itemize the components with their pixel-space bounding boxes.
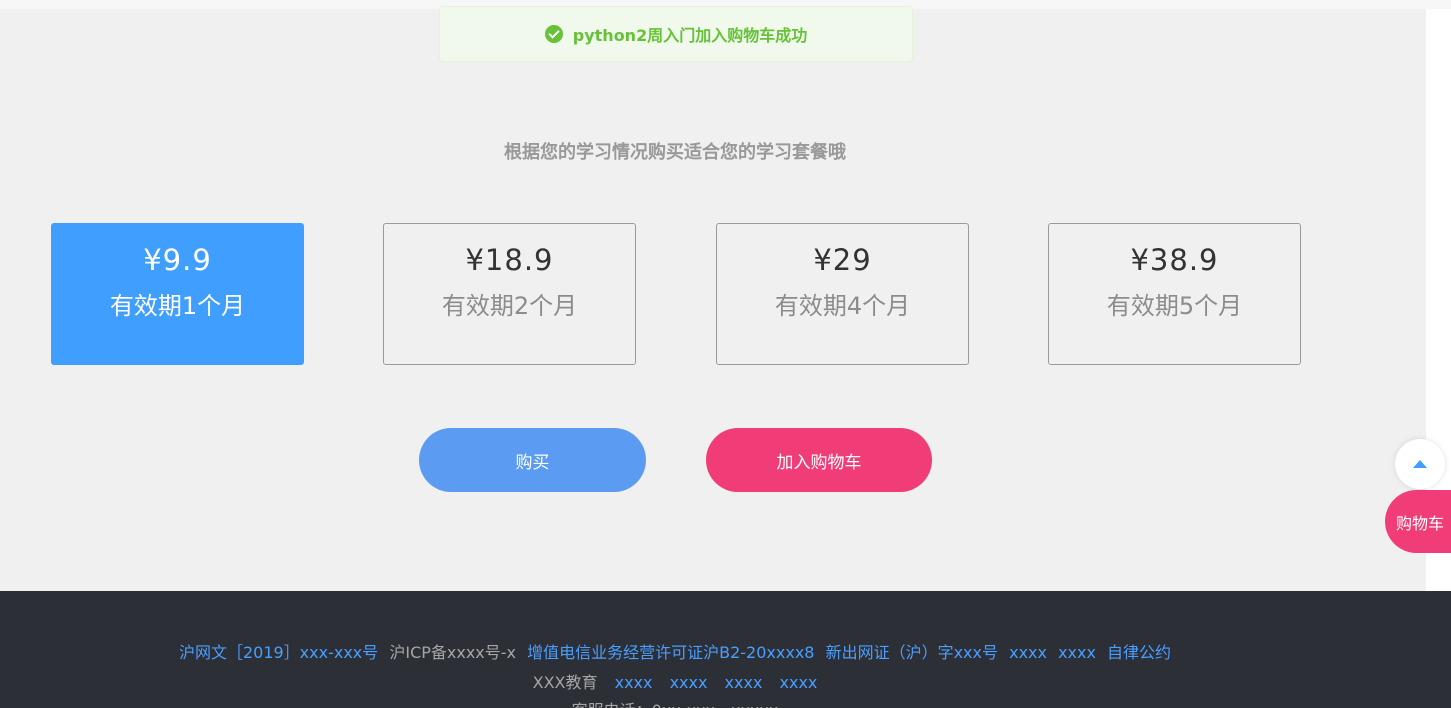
buy-button[interactable]: 购买 [419, 428, 646, 492]
plan-period: 有效期4个月 [774, 292, 911, 320]
footer-link-license1[interactable]: 沪网文［2019］xxx-xxx号 [179, 643, 378, 662]
add-to-cart-button[interactable]: 加入购物车 [706, 428, 932, 492]
floating-cart-button[interactable]: 购物车 [1385, 490, 1451, 553]
plan-option-1[interactable]: ¥9.9 有效期1个月 [51, 223, 304, 365]
footer-company-row: XXX教育 xxxx xxxx xxxx xxxx [0, 669, 1350, 693]
footer-license-row: 沪网文［2019］xxx-xxx号 沪ICP备xxxx号-x 增值电信业务经营许… [0, 639, 1350, 663]
footer-link-license2[interactable]: 增值电信业务经营许可证沪B2-20xxxx8 [527, 643, 814, 662]
footer-link-xxxx-1[interactable]: xxxx [1009, 643, 1047, 662]
footer-link-xxxx-2[interactable]: xxxx [1058, 643, 1096, 662]
plan-option-3[interactable]: ¥29 有效期4个月 [716, 223, 969, 365]
footer-phone: 客服电话：0xx-xxx xxxxx [0, 697, 1350, 708]
plan-price: ¥29 [813, 243, 872, 277]
footer-link-self-discipline[interactable]: 自律公约 [1107, 643, 1171, 662]
plan-price: ¥18.9 [465, 243, 554, 277]
plan-period: 有效期1个月 [109, 292, 246, 320]
plan-period: 有效期5个月 [1106, 292, 1243, 320]
footer: 沪网文［2019］xxx-xxx号 沪ICP备xxxx号-x 增值电信业务经营许… [0, 591, 1451, 708]
footer-company-link-3[interactable]: xxxx [725, 673, 763, 692]
page: python2周入门加入购物车成功 根据您的学习情况购买适合您的学习套餐哦 ¥9… [0, 0, 1451, 708]
footer-company-link-2[interactable]: xxxx [670, 673, 708, 692]
plan-option-4[interactable]: ¥38.9 有效期5个月 [1048, 223, 1301, 365]
arrow-up-icon [1413, 460, 1427, 468]
footer-icp: 沪ICP备xxxx号-x [389, 643, 517, 662]
plan-period: 有效期2个月 [441, 292, 578, 320]
footer-company-link-1[interactable]: xxxx [615, 673, 653, 692]
plan-price: ¥38.9 [1130, 243, 1219, 277]
back-to-top-button[interactable] [1395, 439, 1445, 489]
footer-company: XXX教育 [532, 673, 598, 692]
footer-company-link-4[interactable]: xxxx [780, 673, 818, 692]
check-circle-icon [544, 25, 563, 43]
success-toast: python2周入门加入购物车成功 [439, 6, 913, 62]
plan-price: ¥9.9 [143, 243, 212, 277]
plan-option-2[interactable]: ¥18.9 有效期2个月 [383, 223, 636, 365]
plan-subtitle: 根据您的学习情况购买适合您的学习套餐哦 [504, 142, 846, 163]
toast-message: python2周入门加入购物车成功 [572, 26, 808, 45]
footer-link-license3[interactable]: 新出网证（沪）字xxx号 [826, 643, 998, 662]
